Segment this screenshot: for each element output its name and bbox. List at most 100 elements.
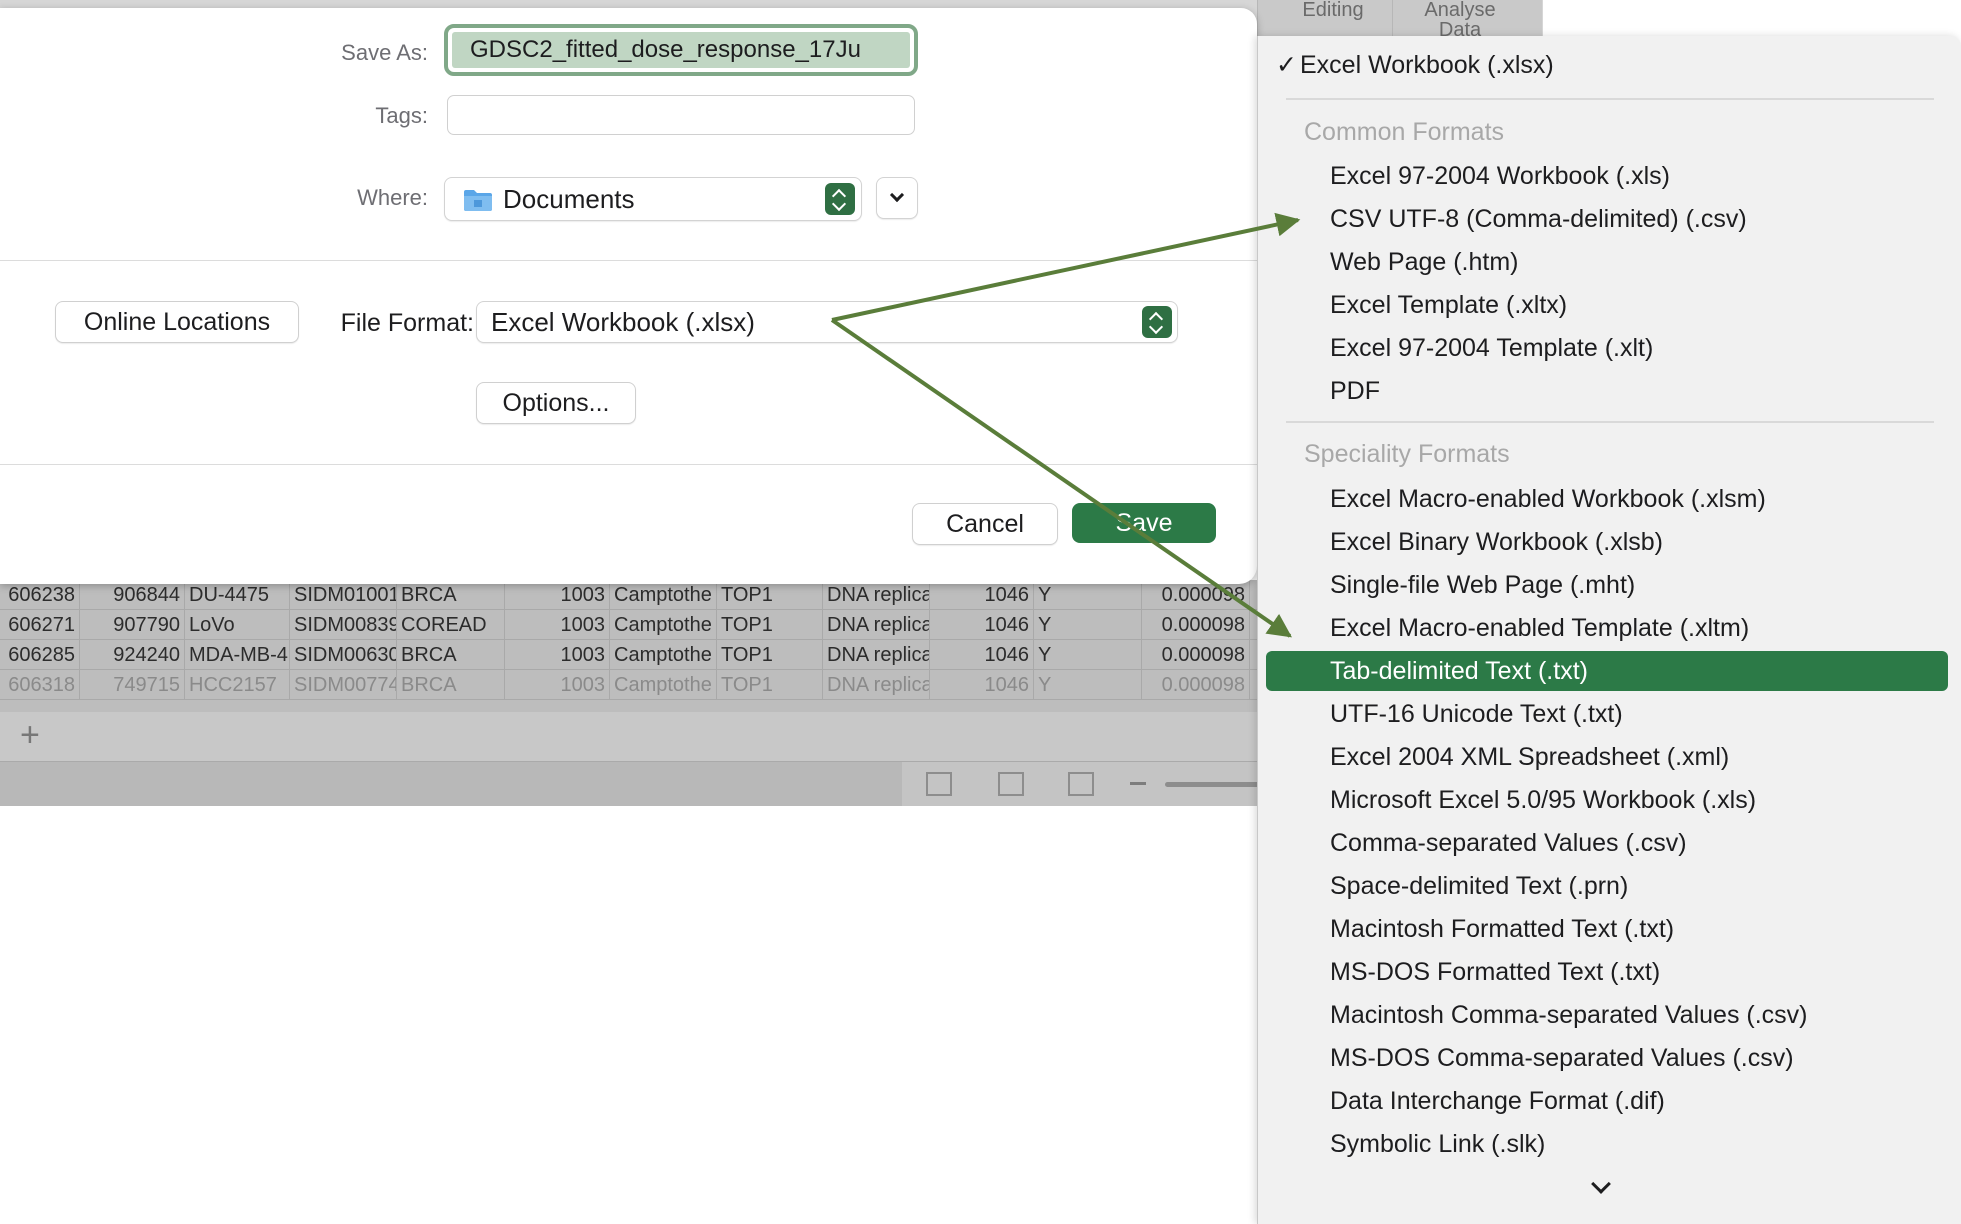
table-cell[interactable]: TOP1 <box>717 670 823 700</box>
menu-item[interactable]: Single-file Web Page (.mht) <box>1258 570 1961 600</box>
table-cell[interactable]: DNA replica <box>823 610 930 640</box>
zoom-out-icon[interactable] <box>1130 782 1146 785</box>
table-cell[interactable]: BRCA <box>397 580 505 610</box>
menu-item[interactable]: MS-DOS Comma-separated Values (.csv) <box>1258 1043 1961 1073</box>
file-format-label: File Format: <box>340 309 474 337</box>
table-row[interactable]: 606318 749715 HCC2157 SIDM00774 BRCA 1003 Camp… <box>0 670 1260 700</box>
table-cell[interactable]: 606238 <box>0 580 80 610</box>
table-cell[interactable]: HCC2157 <box>185 670 290 700</box>
table-cell[interactable]: Y <box>1034 640 1142 670</box>
menu-item[interactable]: Excel Template (.xltx) <box>1258 290 1961 320</box>
ribbon-tab-editing[interactable]: Editing <box>1278 0 1388 20</box>
table-cell[interactable]: COREAD <box>397 610 505 640</box>
table-cell[interactable]: Camptothe <box>610 610 717 640</box>
menu-item[interactable]: Data Interchange Format (.dif) <box>1258 1086 1961 1116</box>
menu-item[interactable]: Excel 97-2004 Template (.xlt) <box>1258 333 1961 363</box>
menu-header-speciality: Speciality Formats <box>1304 440 1510 468</box>
table-cell[interactable]: TOP1 <box>717 580 823 610</box>
online-locations-button[interactable]: Online Locations <box>55 301 299 343</box>
file-format-popup[interactable]: Excel Workbook (.xlsx) <box>476 301 1178 343</box>
table-cell[interactable]: BRCA <box>397 640 505 670</box>
table-cell[interactable]: BRCA <box>397 670 505 700</box>
table-cell[interactable]: 1046 <box>930 580 1034 610</box>
file-format-stepper-icon <box>1142 306 1172 338</box>
chevron-down-icon[interactable] <box>1591 1174 1611 1194</box>
page-break-icon[interactable] <box>1068 772 1094 796</box>
options-button[interactable]: Options... <box>476 382 636 424</box>
table-cell[interactable]: Camptothe <box>610 670 717 700</box>
table-cell[interactable]: 907790 <box>80 610 185 640</box>
table-cell[interactable]: 924240 <box>80 640 185 670</box>
table-cell[interactable]: 1003 <box>505 640 610 670</box>
table-cell[interactable]: Camptothe <box>610 640 717 670</box>
grid-view-icon[interactable] <box>926 772 952 796</box>
tags-input[interactable] <box>447 95 915 135</box>
table-cell[interactable]: 1003 <box>505 580 610 610</box>
menu-item-checked[interactable]: ✓ Excel Workbook (.xlsx) <box>1276 50 1554 80</box>
table-row[interactable]: 606238 906844 DU-4475 SIDM01001 BRCA 1003 Camp… <box>0 580 1260 610</box>
add-sheet-button[interactable]: + <box>20 716 40 755</box>
table-cell[interactable]: 606271 <box>0 610 80 640</box>
table-cell[interactable]: 1003 <box>505 610 610 640</box>
menu-item[interactable]: Web Page (.htm) <box>1258 247 1961 277</box>
table-cell[interactable]: DNA replica <box>823 580 930 610</box>
expand-dialog-button[interactable] <box>876 177 918 219</box>
table-cell[interactable]: 0.000098 <box>1142 580 1250 610</box>
table-cell[interactable]: DNA replica <box>823 640 930 670</box>
save-as-input[interactable]: GDSC2_fitted_dose_response_17Ju <box>444 24 918 76</box>
ribbon-tab-analyse-data[interactable]: Analyse Data <box>1405 0 1515 40</box>
table-cell[interactable]: DU-4475 <box>185 580 290 610</box>
where-popup[interactable]: Documents <box>444 177 862 221</box>
table-cell[interactable]: 749715 <box>80 670 185 700</box>
zoom-slider[interactable] <box>1165 782 1260 787</box>
dialog-divider-top <box>0 260 1257 261</box>
table-cell[interactable]: SIDM00839 <box>290 610 397 640</box>
menu-item[interactable]: Comma-separated Values (.csv) <box>1258 828 1961 858</box>
table-cell[interactable]: Y <box>1034 670 1142 700</box>
page-layout-icon[interactable] <box>998 772 1024 796</box>
table-row[interactable]: 606285 924240 MDA-MB-4 SIDM00630 BRCA 1003 Cam… <box>0 640 1260 670</box>
folder-icon <box>464 190 492 211</box>
menu-item[interactable]: Excel 2004 XML Spreadsheet (.xml) <box>1258 742 1961 772</box>
table-cell[interactable]: TOP1 <box>717 640 823 670</box>
table-cell[interactable]: LoVo <box>185 610 290 640</box>
table-row[interactable]: 606271 907790 LoVo SIDM00839 COREAD 1003 Campt… <box>0 610 1260 640</box>
table-cell[interactable]: Y <box>1034 610 1142 640</box>
table-cell[interactable]: 606285 <box>0 640 80 670</box>
table-cell[interactable]: MDA-MB-4 <box>185 640 290 670</box>
menu-item[interactable]: Symbolic Link (.slk) <box>1258 1129 1961 1159</box>
table-cell[interactable]: 906844 <box>80 580 185 610</box>
menu-item[interactable]: UTF-16 Unicode Text (.txt) <box>1258 699 1961 729</box>
menu-item[interactable]: Macintosh Formatted Text (.txt) <box>1258 914 1961 944</box>
table-cell[interactable]: SIDM00630 <box>290 640 397 670</box>
save-button[interactable]: Save <box>1072 503 1216 543</box>
menu-item[interactable]: Excel Macro-enabled Template (.xltm) <box>1258 613 1961 643</box>
cancel-button[interactable]: Cancel <box>912 503 1058 545</box>
table-cell[interactable]: SIDM00774 <box>290 670 397 700</box>
table-cell[interactable]: 1046 <box>930 670 1034 700</box>
table-cell[interactable]: Y <box>1034 580 1142 610</box>
menu-item[interactable]: Macintosh Comma-separated Values (.csv) <box>1258 1000 1961 1030</box>
menu-item[interactable]: PDF <box>1258 376 1961 406</box>
table-cell[interactable]: 0.000098 <box>1142 640 1250 670</box>
table-cell[interactable]: TOP1 <box>717 610 823 640</box>
table-cell[interactable]: 0.000098 <box>1142 610 1250 640</box>
menu-item[interactable]: Excel Macro-enabled Workbook (.xlsm) <box>1258 484 1961 514</box>
menu-item[interactable]: Excel Binary Workbook (.xlsb) <box>1258 527 1961 557</box>
menu-item[interactable]: Microsoft Excel 5.0/95 Workbook (.xls) <box>1258 785 1961 815</box>
menu-item[interactable]: MS-DOS Formatted Text (.txt) <box>1258 957 1961 987</box>
table-cell[interactable]: 0.000098 <box>1142 670 1250 700</box>
table-cell[interactable]: DNA replica <box>823 670 930 700</box>
table-cell[interactable]: 1046 <box>930 610 1034 640</box>
table-cell[interactable]: 1046 <box>930 640 1034 670</box>
menu-item-selected[interactable]: Tab-delimited Text (.txt) <box>1266 651 1948 691</box>
checked-item-label: Excel Workbook (.xlsx) <box>1300 51 1554 79</box>
table-cell[interactable]: Camptothe <box>610 580 717 610</box>
table-cell[interactable]: 1003 <box>505 670 610 700</box>
table-cell[interactable]: 606318 <box>0 670 80 700</box>
table-cell[interactable]: SIDM01001 <box>290 580 397 610</box>
spreadsheet-background: 606238 906844 DU-4475 SIDM01001 BRCA 1003 Camp… <box>0 580 1260 806</box>
menu-item[interactable]: Excel 97-2004 Workbook (.xls) <box>1258 161 1961 191</box>
menu-item[interactable]: Space-delimited Text (.prn) <box>1258 871 1961 901</box>
menu-item[interactable]: CSV UTF-8 (Comma-delimited) (.csv) <box>1258 204 1961 234</box>
